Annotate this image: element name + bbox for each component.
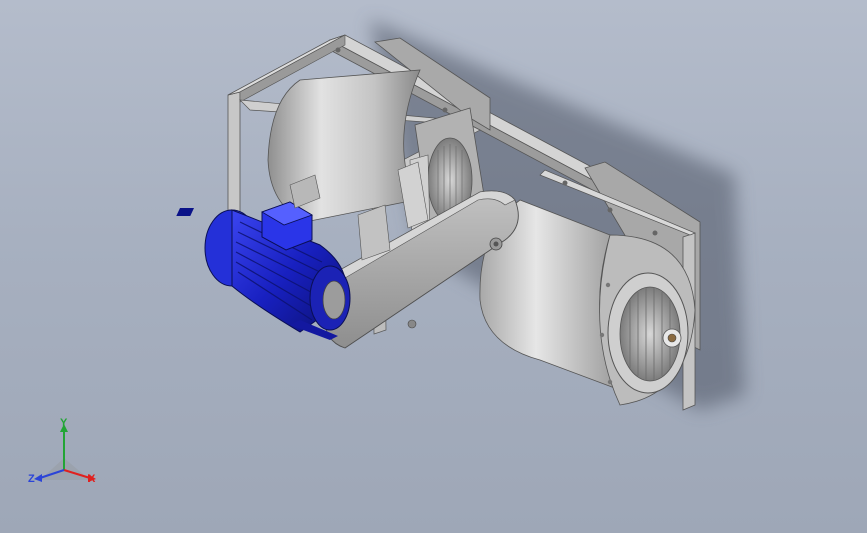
z-axis-label: Z xyxy=(28,473,35,485)
z-axis-arrow-icon xyxy=(34,474,42,482)
view-triad[interactable]: Y X Z xyxy=(22,418,112,498)
electric-motor xyxy=(176,201,351,340)
y-axis-label: Y xyxy=(60,417,68,429)
triad-graphic xyxy=(34,424,96,482)
graphics-viewport[interactable]: Y X Z xyxy=(0,0,867,533)
x-axis-label: X xyxy=(88,473,96,485)
cad-model-view[interactable] xyxy=(0,0,867,533)
